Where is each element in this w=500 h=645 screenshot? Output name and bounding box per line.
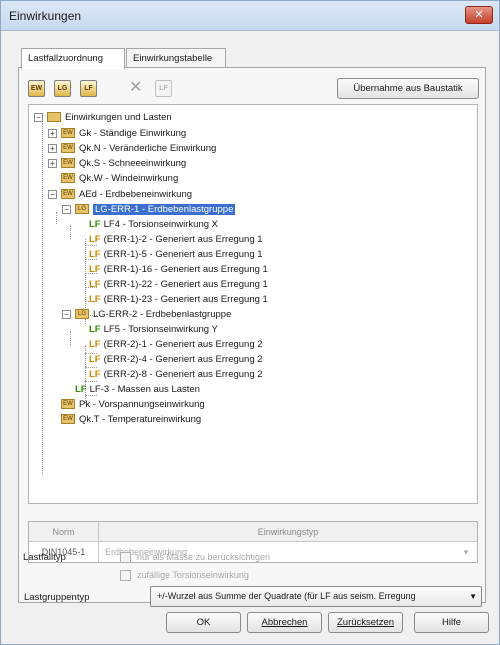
collapse-icon[interactable]: − (48, 189, 57, 199)
tree-item[interactable]: LF (ERR-2)-4 - Generiert aus Erregung 2 (89, 353, 263, 367)
action-icon: EW (61, 399, 75, 410)
tree-item[interactable]: + EW Qk.N - Veränderliche Einwirkung (48, 142, 216, 156)
expand-icon[interactable]: + (48, 143, 57, 153)
load-group-icon: LG (75, 309, 89, 320)
tree-item[interactable]: LF (ERR-1)-23 - Generiert aus Erregung 1 (89, 293, 268, 307)
folder-icon (47, 112, 61, 123)
mass-only-label: nur als Masse zu berücksichtigen (137, 552, 271, 562)
collapse-icon[interactable]: − (34, 112, 43, 122)
load-case-icon: LF (89, 249, 101, 260)
action-icon: EW (61, 414, 75, 425)
collapse-icon[interactable]: − (62, 309, 71, 319)
grid-header-norm: Norm (29, 522, 99, 542)
load-case-icon: LF (89, 369, 101, 380)
load-case-icon: LF (89, 219, 101, 230)
load-case-icon: LF (89, 354, 101, 365)
tab-panel: EW LG LF ✕ LF Übernahme aus Baustatik − (18, 67, 486, 607)
mass-only-checkbox[interactable] (120, 552, 131, 563)
chevron-down-icon: ▼ (469, 592, 477, 601)
action-icon: EW (61, 173, 75, 184)
load-case-icon: LF (89, 324, 101, 335)
close-button[interactable]: ✕ (465, 6, 493, 24)
tree-item[interactable]: − EW AEd - Erdbebeneinwirkung (48, 188, 192, 202)
tree-item-selected[interactable]: − LG LG-ERR-1 - Erdbebenlastgruppe (62, 203, 236, 217)
delete-icon[interactable]: ✕ (129, 80, 142, 96)
load-group-icon: LG (75, 204, 89, 215)
tree-item[interactable]: LF (ERR-1)-16 - Generiert aus Erregung 1 (89, 263, 268, 277)
action-icon: EW (61, 189, 75, 200)
load-case-icon: LF (89, 339, 101, 350)
tree-item[interactable]: − LG LG-ERR-2 - Erdbebenlastgruppe (62, 308, 231, 322)
random-torsion-label: zufällige Torsionseinwirkung (137, 570, 249, 580)
grid-dropdown-arrow-icon[interactable]: ▾ (459, 542, 473, 562)
tab-lastfallzuordnung[interactable]: Lastfallzuordnung (21, 48, 125, 69)
tree-root[interactable]: − Einwirkungen und Lasten (34, 111, 172, 125)
tree-item[interactable]: EW Qk.W - Windeinwirkung (61, 172, 178, 186)
load-group-type-label: Lastgruppentyp (24, 592, 90, 603)
tree-item[interactable]: LF (ERR-2)-1 - Generiert aus Erregung 2 (89, 338, 263, 352)
import-from-baustatik-button[interactable]: Übernahme aus Baustatik (337, 78, 479, 99)
ok-button[interactable]: OK (166, 612, 241, 633)
action-icon: EW (61, 143, 75, 154)
tree-item[interactable]: EW Pk - Vorspannungseinwirkung (61, 398, 205, 412)
tree-item[interactable]: LF LF5 - Torsionseinwirkung Y (89, 323, 218, 337)
collapse-icon[interactable]: − (62, 204, 71, 214)
tree-item[interactable]: + EW Qk.S - Schneeeinwirkung (48, 157, 186, 171)
tree-item[interactable]: EW Qk.T - Temperatureinwirkung (61, 413, 201, 427)
action-tree[interactable]: − Einwirkungen und Lasten + EW Gk - Ständig… (28, 104, 478, 504)
tree-item[interactable]: LF (ERR-1)-5 - Generiert aus Erregung 1 (89, 248, 263, 262)
random-torsion-checkbox[interactable] (120, 570, 131, 581)
new-action-icon[interactable]: EW (28, 80, 45, 97)
tree-item[interactable]: LF (ERR-1)-22 - Generiert aus Erregung 1 (89, 278, 268, 292)
title-bar: Einwirkungen ✕ (1, 1, 499, 31)
dialog-window: Einwirkungen ✕ Lastfallzuordnung Einwirk… (0, 0, 500, 645)
tree-item[interactable]: LF LF4 - Torsionseinwirkung X (89, 218, 218, 232)
reset-button[interactable]: Zurücksetzen (328, 612, 403, 633)
tree-item[interactable]: + EW Gk - Ständige Einwirkung (48, 127, 186, 141)
action-icon: EW (61, 128, 75, 139)
load-group-type-select[interactable]: +/-Wurzel aus Summe der Quadrate (für LF… (150, 586, 482, 607)
tree-item[interactable]: LF (ERR-2)-8 - Generiert aus Erregung 2 (89, 368, 263, 382)
help-button[interactable]: Hilfe (414, 612, 489, 633)
tree-item[interactable]: LF (ERR-1)-2 - Generiert aus Erregung 1 (89, 233, 263, 247)
load-case-icon: LF (89, 279, 101, 290)
expand-icon[interactable]: + (48, 128, 57, 138)
grid-header-einwirkungstyp: Einwirkungstyp (257, 527, 319, 537)
tree-item[interactable]: LF LF-3 - Massen aus Lasten (75, 383, 200, 397)
window-title: Einwirkungen (9, 9, 82, 23)
load-case-icon: LF (89, 264, 101, 275)
tab-einwirkungstabelle[interactable]: Einwirkungstabelle (126, 48, 226, 68)
new-load-group-icon[interactable]: LG (54, 80, 71, 97)
load-case-icon: LF (75, 384, 87, 395)
action-icon: EW (61, 158, 75, 169)
load-case-type-label: Lastfalltyp (23, 552, 66, 563)
expand-icon[interactable]: + (48, 158, 57, 168)
load-case-icon: LF (89, 294, 101, 305)
new-load-case-icon[interactable]: LF (80, 80, 97, 97)
cancel-button[interactable]: Abbrechen (247, 612, 322, 633)
disabled-action-icon: LF (155, 80, 172, 97)
load-case-icon: LF (89, 234, 101, 245)
